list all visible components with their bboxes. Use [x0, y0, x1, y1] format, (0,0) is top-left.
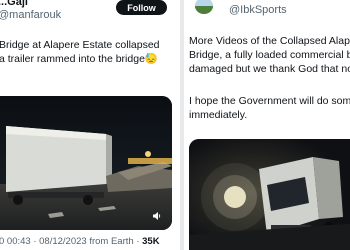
video-player[interactable] — [0, 96, 172, 230]
tweet-text-line-2: a trailer rammed into the bridge😓 — [0, 53, 158, 65]
tweet-text-line-1: Bridge at Alapere Estate collapsed — [0, 39, 160, 51]
video-player[interactable] — [189, 139, 350, 250]
author-name[interactable]: ...Gaji — [0, 0, 28, 8]
tweet-timestamp[interactable]: 0 00:43 · 08/12/2023 — [0, 236, 87, 247]
avatar-icon[interactable] — [195, 0, 213, 14]
tweet-text-line-4: I hope the Government will do som — [189, 95, 350, 107]
author-handle[interactable]: @IbkSports — [229, 4, 287, 16]
tweet-text-line-5: immediately. — [189, 109, 248, 121]
view-count: 35K — [142, 236, 160, 247]
author-handle[interactable]: @manfarouk — [0, 9, 61, 21]
tweet-source: from Earth · — [89, 236, 140, 247]
speaker-icon[interactable] — [152, 208, 162, 220]
follow-button[interactable]: Follow — [116, 0, 167, 15]
tweet-meta: 0 00:43 · 08/12/2023 from Earth · 35K — [0, 236, 160, 247]
tweet-text-line-3: damaged but we thank God that no — [189, 63, 350, 75]
tweet-text-line-1: More Videos of the Collapsed Alape — [189, 35, 350, 47]
avatar-grass — [195, 6, 213, 14]
right-tweet: @IbkSports More Videos of the Collapsed … — [184, 0, 350, 250]
video-frame — [0, 96, 172, 230]
tweet-text-line-2: Bridge, a fully loaded commercial b — [189, 49, 350, 61]
video-frame — [189, 139, 350, 250]
left-tweet: ...Gaji @manfarouk Follow Bridge at Alap… — [0, 0, 180, 250]
